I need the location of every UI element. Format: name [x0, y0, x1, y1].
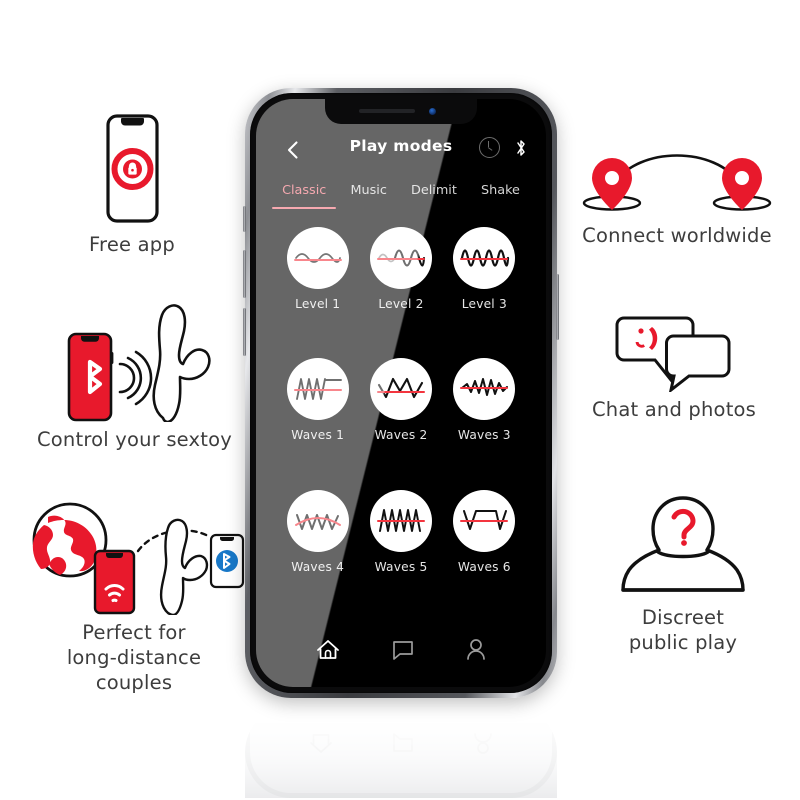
- waveform-icon: [369, 489, 432, 552]
- phone-app-logo-icon: [32, 112, 232, 232]
- waveform-icon: [369, 227, 432, 289]
- mode-tabs: Classic Music Delimit Shake: [256, 183, 546, 213]
- feature-long-distance: Perfect for long-distance couples: [14, 495, 254, 695]
- tab-music[interactable]: Music: [350, 183, 386, 209]
- reflection-nav: [245, 720, 557, 766]
- feature-caption: Connect worldwide: [582, 224, 772, 247]
- phone-notch: [325, 99, 477, 124]
- waveform-icon: [286, 489, 349, 552]
- mode-label: Waves 1: [291, 428, 345, 443]
- mode-label: Waves 4: [291, 559, 345, 574]
- mode-label: Level 3: [461, 297, 507, 311]
- play-mode-grid: Level 1 Level 2 Level 3 Waves 1 Waves 2 …: [256, 223, 546, 621]
- app-header: Play modes: [256, 137, 546, 169]
- feature-caption: Free app: [89, 233, 175, 256]
- waveform-icon: [286, 358, 349, 421]
- volume-down-button: [243, 308, 246, 356]
- mode-label: Waves 2: [374, 428, 428, 443]
- earpiece-speaker: [359, 109, 415, 113]
- mode-waves-1[interactable]: Waves 1: [276, 358, 359, 489]
- power-button: [556, 274, 559, 340]
- mode-label: Level 2: [378, 297, 424, 311]
- mode-label: Waves 5: [374, 559, 428, 574]
- feature-connect-worldwide: Connect worldwide: [566, 140, 788, 248]
- waveform-icon: [453, 358, 516, 421]
- bluetooth-icon[interactable]: [514, 138, 528, 158]
- waveform-icon: [369, 358, 432, 421]
- waveform-icon: [286, 227, 349, 289]
- chat-icon[interactable]: [391, 639, 415, 661]
- profile-icon-reflection: [474, 733, 493, 754]
- tab-delimit[interactable]: Delimit: [411, 183, 457, 209]
- chat-bubbles-icon: [566, 310, 782, 397]
- chat-icon-reflection: [393, 733, 413, 752]
- mode-waves-4[interactable]: Waves 4: [276, 489, 359, 621]
- home-icon[interactable]: [315, 638, 341, 662]
- globe-phones-toy-icon: [14, 495, 254, 620]
- phone-mockup: Play modes Classic Music Delimit Shake L…: [243, 88, 559, 698]
- feature-caption: Control your sextoy: [36, 428, 232, 451]
- mode-waves-3[interactable]: Waves 3: [443, 358, 526, 489]
- feature-chat-photos: Chat and photos: [566, 310, 782, 422]
- mode-waves-5[interactable]: Waves 5: [359, 489, 442, 621]
- volume-up-button: [243, 250, 246, 298]
- silent-switch: [243, 206, 246, 232]
- mode-level-2[interactable]: Level 2: [359, 227, 442, 358]
- mode-level-1[interactable]: Level 1: [276, 227, 359, 358]
- feature-caption: Chat and photos: [591, 398, 757, 421]
- feature-free-app: Free app: [32, 112, 232, 257]
- map-pins-icon: [566, 140, 788, 223]
- poster-canvas: Free app Control your sextoy Perfect for…: [0, 0, 800, 800]
- app-ui: Play modes Classic Music Delimit Shake L…: [256, 99, 546, 687]
- phone-bezel: Play modes Classic Music Delimit Shake L…: [250, 93, 552, 693]
- bottom-navigation: [256, 627, 546, 673]
- tab-classic[interactable]: Classic: [272, 183, 337, 209]
- mode-waves-2[interactable]: Waves 2: [359, 358, 442, 489]
- phone-reflection: [245, 706, 557, 798]
- front-camera: [429, 108, 436, 115]
- mode-label: Waves 6: [457, 559, 511, 574]
- tab-shake[interactable]: Shake: [481, 183, 520, 209]
- timer-icon[interactable]: [479, 137, 500, 158]
- header-icons: [479, 137, 528, 158]
- feature-caption: Perfect for long-distance couples: [66, 621, 202, 694]
- home-icon-reflection: [309, 734, 332, 753]
- phone-screen: Play modes Classic Music Delimit Shake L…: [256, 99, 546, 687]
- mode-waves-6[interactable]: Waves 6: [443, 489, 526, 621]
- profile-icon[interactable]: [465, 638, 487, 662]
- waveform-icon: [453, 489, 516, 552]
- feature-control-sextoy: Control your sextoy: [22, 300, 247, 452]
- waveform-icon: [453, 227, 516, 289]
- mode-level-3[interactable]: Level 3: [443, 227, 526, 358]
- anonymous-person-icon: [588, 490, 778, 605]
- mode-label: Level 1: [295, 297, 341, 311]
- feature-discreet-play: Discreet public play: [588, 490, 778, 655]
- feature-caption: Discreet public play: [628, 606, 738, 654]
- mode-label: Waves 3: [457, 428, 511, 443]
- phone-bluetooth-toy-icon: [22, 300, 247, 427]
